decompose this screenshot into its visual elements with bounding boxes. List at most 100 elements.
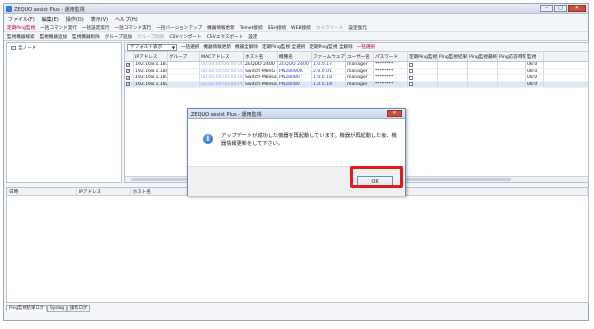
menu-operation[interactable]: 操作(O) — [66, 16, 84, 23]
toolbar1-item[interactable]: SSH接続 — [268, 25, 286, 31]
table-cell — [498, 81, 526, 87]
table-cell — [468, 68, 498, 74]
cell-fw: 1.0.0.17 — [313, 62, 332, 68]
toolbar2-item[interactable]: 設定 — [248, 34, 257, 40]
column-header[interactable]: ファームウェアバージョン — [312, 52, 346, 61]
dialog-title-bar[interactable]: ZEQUO assist Plus - 運用監視 ✕ — [188, 109, 405, 119]
table-cell: ✓ — [125, 75, 134, 81]
ping-monitor-checkbox[interactable] — [409, 75, 413, 80]
column-header[interactable] — [125, 52, 134, 61]
toolbar2-item[interactable]: 監視機器検索 — [7, 34, 35, 40]
log-tab[interactable]: 操作ログ — [67, 305, 91, 312]
cell-mac: 00:00:00:00:00:00 — [201, 68, 244, 74]
close-button[interactable]: ✕ — [568, 5, 586, 12]
filter-action-button[interactable]: 機器全解除 — [235, 44, 258, 50]
table-row[interactable]: ✓ 192.168.1.182 00:00:00:00:00:00 Switch-M8… — [125, 81, 588, 88]
maximize-button[interactable]: □ — [554, 5, 567, 12]
menu-help[interactable]: ヘルプ(H) — [115, 16, 138, 23]
column-header[interactable]: Ping監視最終日時 — [468, 52, 498, 61]
filter-bar: デフォルト表示 ▼ 一括選択 機器情報更新 機器全解除 定期Ping監視 全選択 定期P… — [125, 43, 588, 52]
ping-monitor-checkbox[interactable] — [409, 62, 413, 67]
column-header[interactable]: MACアドレス — [200, 52, 244, 61]
toolbar1-item[interactable]: 一括コマンド実行 — [40, 25, 77, 31]
title-bar[interactable]: ZEQUO assist Plus - 運用監視 – □ ✕ — [4, 4, 588, 14]
toolbar2-item[interactable]: 監視機器追加 — [40, 34, 68, 40]
column-header[interactable]: 機種名 — [278, 52, 312, 61]
table-cell: 00:00:00:00:00:00 — [200, 81, 244, 87]
filter-action-button[interactable]: 機器情報更新 — [203, 44, 231, 50]
table-cell: 08:0 — [526, 62, 544, 68]
table-cell: 00:00:00:00:00:00 — [200, 68, 244, 74]
table-cell — [438, 62, 468, 68]
table-cell: Switch-M8eG — [244, 68, 278, 74]
table-cell: PN28080 — [278, 81, 312, 87]
table-cell: 00:00:00:00:00:00 — [200, 75, 244, 81]
info-icon: i — [203, 134, 213, 144]
menu-view[interactable]: 表示(V) — [91, 16, 108, 23]
table-cell — [408, 62, 438, 68]
dialog-close-button[interactable]: ✕ — [387, 110, 402, 117]
row-checkbox[interactable]: ✓ — [126, 69, 130, 74]
column-header[interactable]: IPアドレス — [134, 52, 168, 61]
column-header[interactable]: Ping監視結果 — [438, 52, 468, 61]
cell-user: manager — [347, 81, 368, 87]
log-column-header[interactable]: 日時 — [7, 188, 77, 195]
table-cell: 1.0.0.17 — [312, 62, 346, 68]
view-filter-value: デフォルト表示 — [130, 44, 163, 50]
column-header[interactable]: ユーザー名 — [346, 52, 374, 61]
menu-file[interactable]: ファイル(F) — [8, 16, 35, 23]
toolbar2-item[interactable]: 監視機器削除 — [72, 34, 100, 40]
tree-root-label: 全ノード — [18, 46, 37, 51]
view-filter-dropdown[interactable]: デフォルト表示 ▼ — [127, 43, 177, 51]
column-header[interactable]: グループ — [168, 52, 200, 61]
log-tab[interactable]: Ping監視結果ログ — [6, 305, 47, 312]
column-header[interactable]: パスワード — [374, 52, 408, 61]
toolbar1-item[interactable]: 設定復元 — [348, 25, 366, 31]
toolbar2-item[interactable]: グループ追加 — [105, 34, 132, 40]
toolbar1-item[interactable]: 一括バージョンアップ — [156, 25, 202, 31]
tree-root-node[interactable]: 全ノード — [11, 45, 36, 51]
table-cell: PN28080K — [278, 68, 312, 74]
table-cell: ******** — [374, 62, 408, 68]
table-cell — [438, 75, 468, 81]
minimize-button[interactable]: – — [540, 5, 553, 12]
ping-monitor-checkbox[interactable] — [409, 69, 413, 74]
log-tab[interactable]: Syslog — [46, 305, 67, 312]
filter-action-button[interactable]: 定期Ping監視 全解除 — [309, 44, 352, 50]
toolbar1-item[interactable]: WEB接続 — [291, 25, 311, 31]
dialog-body: i アップデートが成功した機器を再起動しています。機器が再起動した後、機器情報更… — [188, 120, 405, 165]
ping-monitor-checkbox[interactable] — [409, 82, 413, 87]
toolbar1-item[interactable]: カメラツール — [316, 25, 344, 31]
row-checkbox[interactable]: ✓ — [126, 62, 130, 67]
column-header[interactable]: Ping応答時間 — [498, 52, 526, 61]
table-cell: 192.168.1.182 — [134, 81, 168, 87]
toolbar1-item[interactable]: 一括設定実行 — [82, 25, 110, 31]
row-checkbox[interactable]: ✓ — [126, 82, 130, 87]
cell-mac: 00:00:00:00:00:00 — [201, 81, 244, 87]
cell-model: PN28080K — [279, 68, 303, 74]
toolbar1-item[interactable]: 一括コマンド実行 — [115, 25, 152, 31]
filter-action-button[interactable]: 定期Ping監視 全選択 — [262, 44, 305, 50]
column-header[interactable]: ホスト名 — [244, 52, 278, 61]
menu-bar: ファイル(F) 編集(E) 操作(O) 表示(V) ヘルプ(H) — [4, 15, 588, 23]
table-cell — [168, 62, 200, 68]
log-column-header[interactable]: IPアドレス — [77, 188, 131, 195]
table-cell — [168, 81, 200, 87]
main-toolbar: 定期Ping監視 一括コマンド実行 一括設定実行 一括コマンド実行 一括バージョンアップ… — [4, 24, 588, 32]
cell-model: ZEQUO 2400 — [279, 62, 309, 68]
toolbar2-item[interactable]: グループ削除 — [137, 34, 164, 40]
menu-edit[interactable]: 編集(E) — [42, 16, 59, 23]
filter-action-button[interactable]: 一括選択 — [181, 44, 199, 50]
toolbar1-item[interactable]: 定期Ping監視 — [7, 25, 35, 31]
filter-action-button[interactable]: 一括選択 — [357, 44, 375, 50]
column-header[interactable]: 監視 — [526, 52, 544, 61]
row-checkbox[interactable]: ✓ — [126, 75, 130, 80]
cell-tail: 08:0 — [527, 75, 538, 81]
column-header[interactable]: 定期Ping監視 — [408, 52, 438, 61]
node-tree[interactable]: 全ノード — [6, 42, 122, 183]
toolbar2-item[interactable]: CSVエクスポート — [207, 34, 244, 40]
toolbar1-item[interactable]: 機器情報更新 — [207, 25, 235, 31]
table-cell: PN28080 — [278, 75, 312, 81]
toolbar2-item[interactable]: CSVインポート — [169, 34, 201, 40]
toolbar1-item[interactable]: Telnet接続 — [240, 25, 263, 31]
